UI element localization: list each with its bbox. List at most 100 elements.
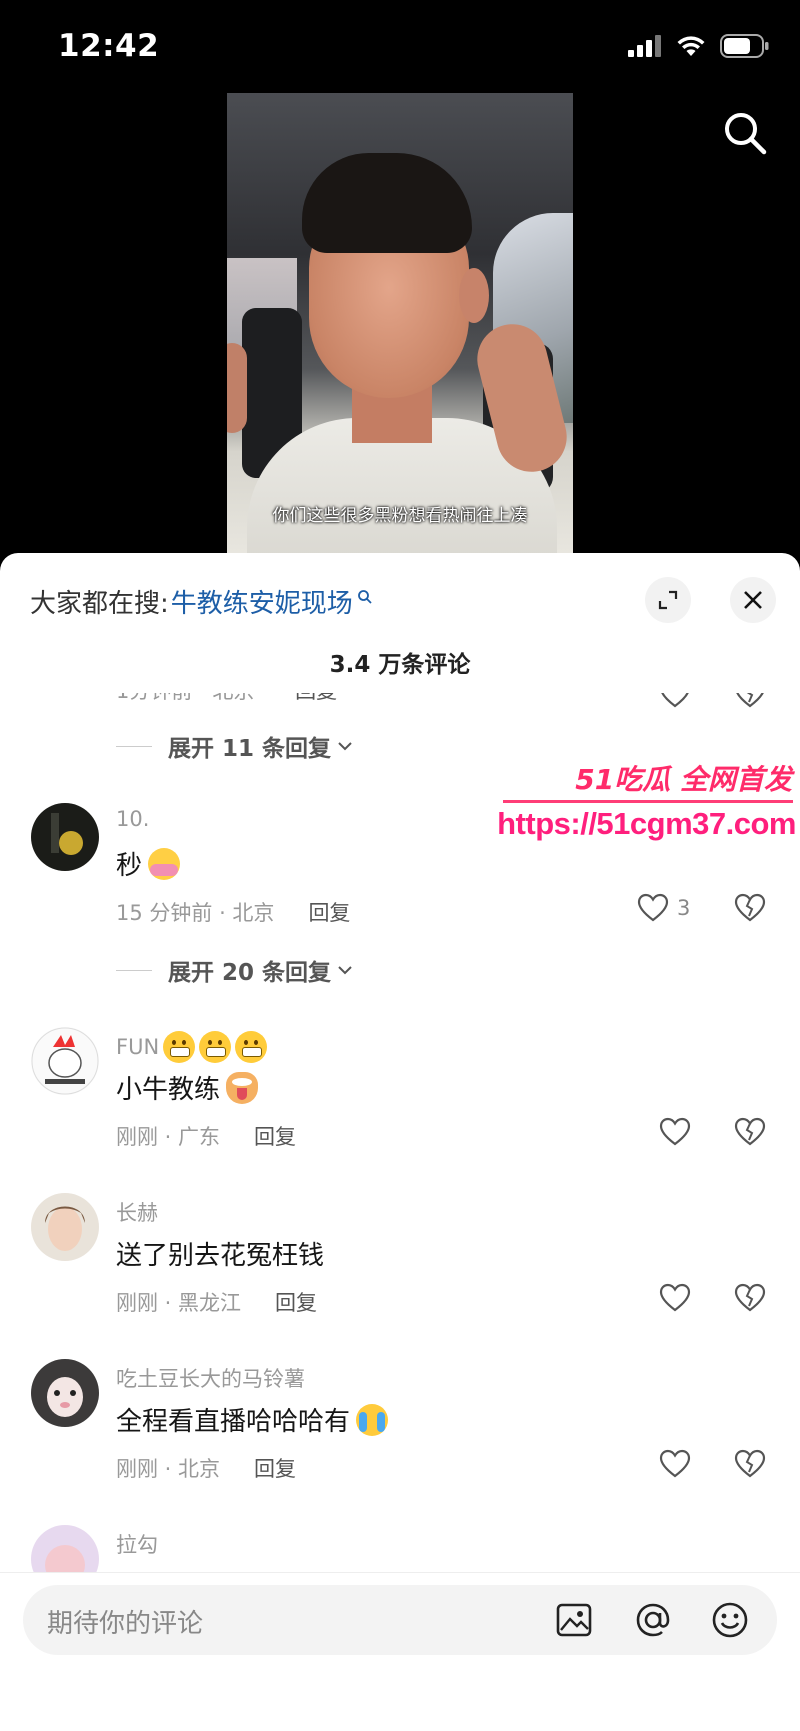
like-icon bbox=[637, 893, 669, 922]
comment-username[interactable]: 拉勾 bbox=[116, 1529, 158, 1559]
like-icon bbox=[659, 1449, 691, 1478]
emoji-button[interactable] bbox=[709, 1599, 751, 1641]
expand-replies-label: 展开 11 条回复 bbox=[168, 736, 332, 762]
comment-text: 秒 bbox=[116, 845, 181, 882]
dislike-icon[interactable] bbox=[734, 893, 766, 923]
reply-button[interactable]: 回复 bbox=[254, 1121, 296, 1151]
username-text: 吃土豆长大的马铃薯 bbox=[116, 1367, 305, 1391]
dislike-icon[interactable] bbox=[734, 1449, 766, 1479]
comment-meta: 刚刚 · 广东 回复 bbox=[116, 1121, 296, 1151]
comment-time-location: 刚刚 · 北京 bbox=[116, 1457, 221, 1481]
comment-username[interactable]: 吃土豆长大的马铃薯 bbox=[116, 1363, 305, 1393]
dislike-icon[interactable] bbox=[734, 1117, 766, 1147]
divider-line bbox=[116, 745, 152, 747]
comment-count: 3.4 万条评论 bbox=[329, 652, 471, 678]
comment-text-content: 小牛教练 bbox=[116, 1075, 221, 1105]
comment-item: 拉勾 bbox=[0, 1525, 800, 1573]
comment-text-content: 送了别去花冤枉钱 bbox=[116, 1241, 325, 1271]
avatar[interactable] bbox=[31, 1027, 99, 1095]
like-button[interactable]: 3 bbox=[637, 893, 690, 923]
comment-text-content: 全程看直播哈哈哈有 bbox=[116, 1407, 351, 1437]
grimace-emoji-icon bbox=[199, 1031, 232, 1063]
comment-time-location: 15 分钟前 · 北京 bbox=[116, 901, 275, 925]
comment-meta: 刚刚 · 黑龙江 回复 bbox=[116, 1287, 317, 1317]
avatar[interactable] bbox=[31, 803, 99, 871]
status-icons bbox=[628, 34, 770, 58]
close-button[interactable] bbox=[730, 577, 776, 623]
expand-replies[interactable]: 展开 11 条回复 bbox=[116, 729, 353, 763]
comment-text: 全程看直播哈哈哈有 bbox=[116, 1401, 389, 1438]
comment-input-placeholder: 期待你的评论 bbox=[47, 1609, 204, 1639]
username-text: FUN bbox=[116, 1035, 160, 1059]
dislike-icon[interactable] bbox=[734, 693, 766, 709]
reply-button[interactable]: 回复 bbox=[308, 897, 350, 927]
avatar[interactable] bbox=[31, 1193, 99, 1261]
search-suggestion-keyword[interactable]: 牛教练安妮现场 bbox=[171, 583, 353, 620]
video-subtitle: 你们这些很多黑粉想看热闹往上凑 bbox=[272, 506, 528, 526]
comment-input[interactable]: 期待你的评论 bbox=[23, 1585, 777, 1655]
status-time: 12:42 bbox=[58, 28, 160, 64]
comment-sheet: 大家都在搜: 牛教练安妮现场 3.4 万条评论 1分钟前 · 北京 回复 bbox=[0, 553, 800, 1731]
video-player[interactable]: 你们这些很多黑粉想看热闹往上凑 bbox=[227, 93, 573, 553]
watermark-url: https://51cgm37.com bbox=[497, 806, 796, 841]
dog-face-emoji-icon bbox=[226, 1071, 259, 1104]
comment-time-location: 刚刚 · 黑龙江 bbox=[116, 1291, 242, 1315]
expand-icon bbox=[658, 590, 678, 610]
like-button[interactable] bbox=[659, 1449, 691, 1479]
hugging-emoji-icon bbox=[148, 847, 181, 880]
username-text: 拉勾 bbox=[116, 1533, 158, 1557]
cellular-signal-icon bbox=[628, 35, 661, 57]
divider-line bbox=[116, 969, 152, 971]
watermark: 51吃瓜 全网首发 https://51cgm37.com bbox=[497, 758, 800, 854]
watermark-brand: 51吃瓜 全网首发 bbox=[575, 763, 792, 796]
comment-text-content: 秒 bbox=[116, 851, 143, 881]
like-button[interactable] bbox=[659, 1117, 691, 1147]
reply-button[interactable]: 回复 bbox=[295, 693, 337, 703]
grimace-emoji-icon bbox=[163, 1031, 196, 1063]
wifi-icon bbox=[677, 36, 705, 56]
comment-meta: 刚刚 · 北京 回复 bbox=[116, 1453, 296, 1483]
search-icon[interactable] bbox=[722, 110, 768, 156]
comment-item: 长赫 送了别去花冤枉钱 刚刚 · 黑龙江 回复 bbox=[0, 1193, 800, 1353]
reply-button[interactable]: 回复 bbox=[254, 1453, 296, 1483]
person-hand-left bbox=[227, 343, 247, 433]
search-suggestion-prefix: 大家都在搜: bbox=[30, 589, 169, 619]
battery-icon bbox=[720, 34, 769, 58]
chevron-down-icon bbox=[338, 742, 352, 751]
comment-time-location: 1分钟前 · 北京 bbox=[116, 693, 254, 703]
avatar[interactable] bbox=[31, 1525, 99, 1573]
status-bar: 12:42 bbox=[0, 0, 800, 92]
search-suggestion[interactable]: 大家都在搜: 牛教练安妮现场 bbox=[30, 583, 373, 620]
expand-button[interactable] bbox=[645, 577, 691, 623]
grimace-emoji-icon bbox=[235, 1031, 268, 1063]
comment-text: 送了别去花冤枉钱 bbox=[116, 1235, 324, 1272]
comment-meta: 15 分钟前 · 北京 回复 bbox=[116, 897, 350, 927]
image-button[interactable] bbox=[553, 1599, 595, 1641]
laughing-crying-emoji-icon bbox=[356, 1403, 389, 1436]
watermark-underline bbox=[503, 800, 793, 803]
expand-replies[interactable]: 展开 20 条回复 bbox=[116, 953, 353, 987]
comment-username[interactable]: 长赫 bbox=[116, 1197, 158, 1227]
person-ear bbox=[459, 268, 489, 323]
close-icon bbox=[744, 591, 762, 609]
like-icon[interactable] bbox=[659, 693, 691, 709]
like-count: 3 bbox=[677, 896, 691, 920]
like-button[interactable] bbox=[659, 1283, 691, 1313]
comment-text: 小牛教练 bbox=[116, 1069, 259, 1106]
comment-input-bar: 期待你的评论 bbox=[0, 1572, 800, 1731]
username-text: 10. bbox=[116, 807, 150, 831]
comment-username[interactable]: 10. bbox=[116, 807, 149, 831]
comment-item: FUN 小牛教练 刚刚 · 广东 回复 bbox=[0, 1027, 800, 1187]
avatar[interactable] bbox=[31, 1359, 99, 1427]
dislike-icon[interactable] bbox=[734, 1283, 766, 1313]
reply-button[interactable]: 回复 bbox=[275, 1287, 317, 1317]
emoji-icon bbox=[712, 1602, 748, 1638]
comment-item: 吃土豆长大的马铃薯 全程看直播哈哈哈有 刚刚 · 北京 回复 bbox=[0, 1359, 800, 1519]
comment-username[interactable]: FUN bbox=[116, 1031, 268, 1063]
image-icon bbox=[556, 1603, 592, 1637]
chevron-down-icon bbox=[338, 966, 352, 975]
comment-meta-partial: 1分钟前 · 北京 回复 bbox=[116, 693, 371, 705]
at-mention-icon bbox=[636, 1603, 670, 1637]
mention-button[interactable] bbox=[632, 1599, 674, 1641]
like-icon bbox=[659, 1117, 691, 1146]
